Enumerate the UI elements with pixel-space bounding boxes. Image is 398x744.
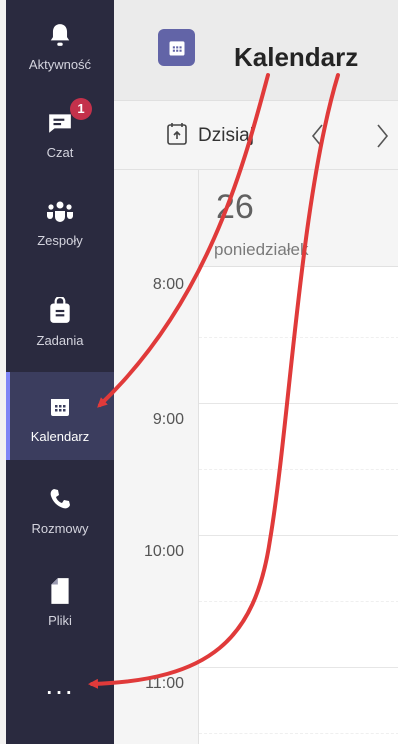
rail-item-tasks[interactable]: Zadania (6, 276, 114, 364)
calendar-grid: 8:00 9:00 10:00 11:00 26 poniedziałek (114, 170, 398, 744)
day-name: poniedziałek (214, 240, 309, 259)
calendar-icon (6, 394, 114, 420)
today-label: Dzisiaj (198, 125, 254, 146)
chat-icon (6, 110, 114, 136)
calendar-icon (158, 29, 195, 66)
more-apps-button[interactable]: ... (6, 660, 114, 710)
bell-icon (6, 22, 114, 48)
calendar-toolbar: Dzisiaj (114, 101, 398, 170)
phone-icon (6, 486, 114, 512)
teams-icon (6, 198, 114, 224)
rail-label: Rozmowy (31, 521, 89, 536)
page-title: Kalendarz (234, 42, 359, 72)
rail-item-activity[interactable]: Aktywność (6, 0, 114, 88)
half-hour-line (199, 337, 398, 338)
time-label: 8:00 (152, 276, 184, 293)
day-header[interactable]: 26 poniedziałek (198, 170, 398, 267)
rail-item-files[interactable]: Pliki (6, 556, 114, 644)
rail-item-calls[interactable]: Rozmowy (6, 464, 114, 552)
tasks-icon (6, 297, 114, 324)
rail-item-teams[interactable]: Zespoły (6, 176, 114, 264)
rail-label: Kalendarz (30, 429, 90, 444)
more-icon: ... (45, 669, 75, 700)
time-label: 10:00 (143, 543, 184, 560)
rail-item-chat[interactable]: 1 Czat (6, 88, 114, 176)
rail-label: Pliki (48, 613, 72, 628)
unread-badge: 1 (70, 98, 92, 120)
half-hour-line (199, 601, 398, 602)
rail-label: Aktywność (28, 57, 92, 72)
time-column: 8:00 9:00 10:00 11:00 (114, 170, 198, 744)
day-column[interactable] (198, 267, 398, 744)
hour-line (199, 667, 398, 668)
app-rail: Aktywność 1 Czat Zespoły Zadania Kalenda… (6, 0, 114, 744)
calendar-main: Kalendarz Dzisiaj 8:00 9:00 10:00 11:00 (114, 0, 398, 744)
time-label: 9:00 (152, 411, 184, 428)
rail-label: Zespoły (37, 233, 83, 248)
rail-label: Zadania (36, 333, 84, 348)
file-icon (6, 578, 114, 604)
hour-line (199, 403, 398, 404)
app-header: Kalendarz (114, 0, 398, 101)
day-number: 26 (216, 188, 254, 226)
half-hour-line (199, 469, 398, 470)
teams-window: Aktywność 1 Czat Zespoły Zadania Kalenda… (0, 0, 398, 744)
chevron-left-icon[interactable] (308, 121, 328, 151)
chevron-right-icon[interactable] (372, 121, 392, 151)
calendar-today-icon (166, 122, 188, 151)
rail-item-calendar[interactable]: Kalendarz (6, 372, 114, 460)
today-button[interactable]: Dzisiaj (166, 122, 254, 151)
time-label: 11:00 (145, 675, 184, 692)
hour-line (199, 535, 398, 536)
half-hour-line (199, 733, 398, 734)
rail-label: Czat (46, 145, 74, 160)
